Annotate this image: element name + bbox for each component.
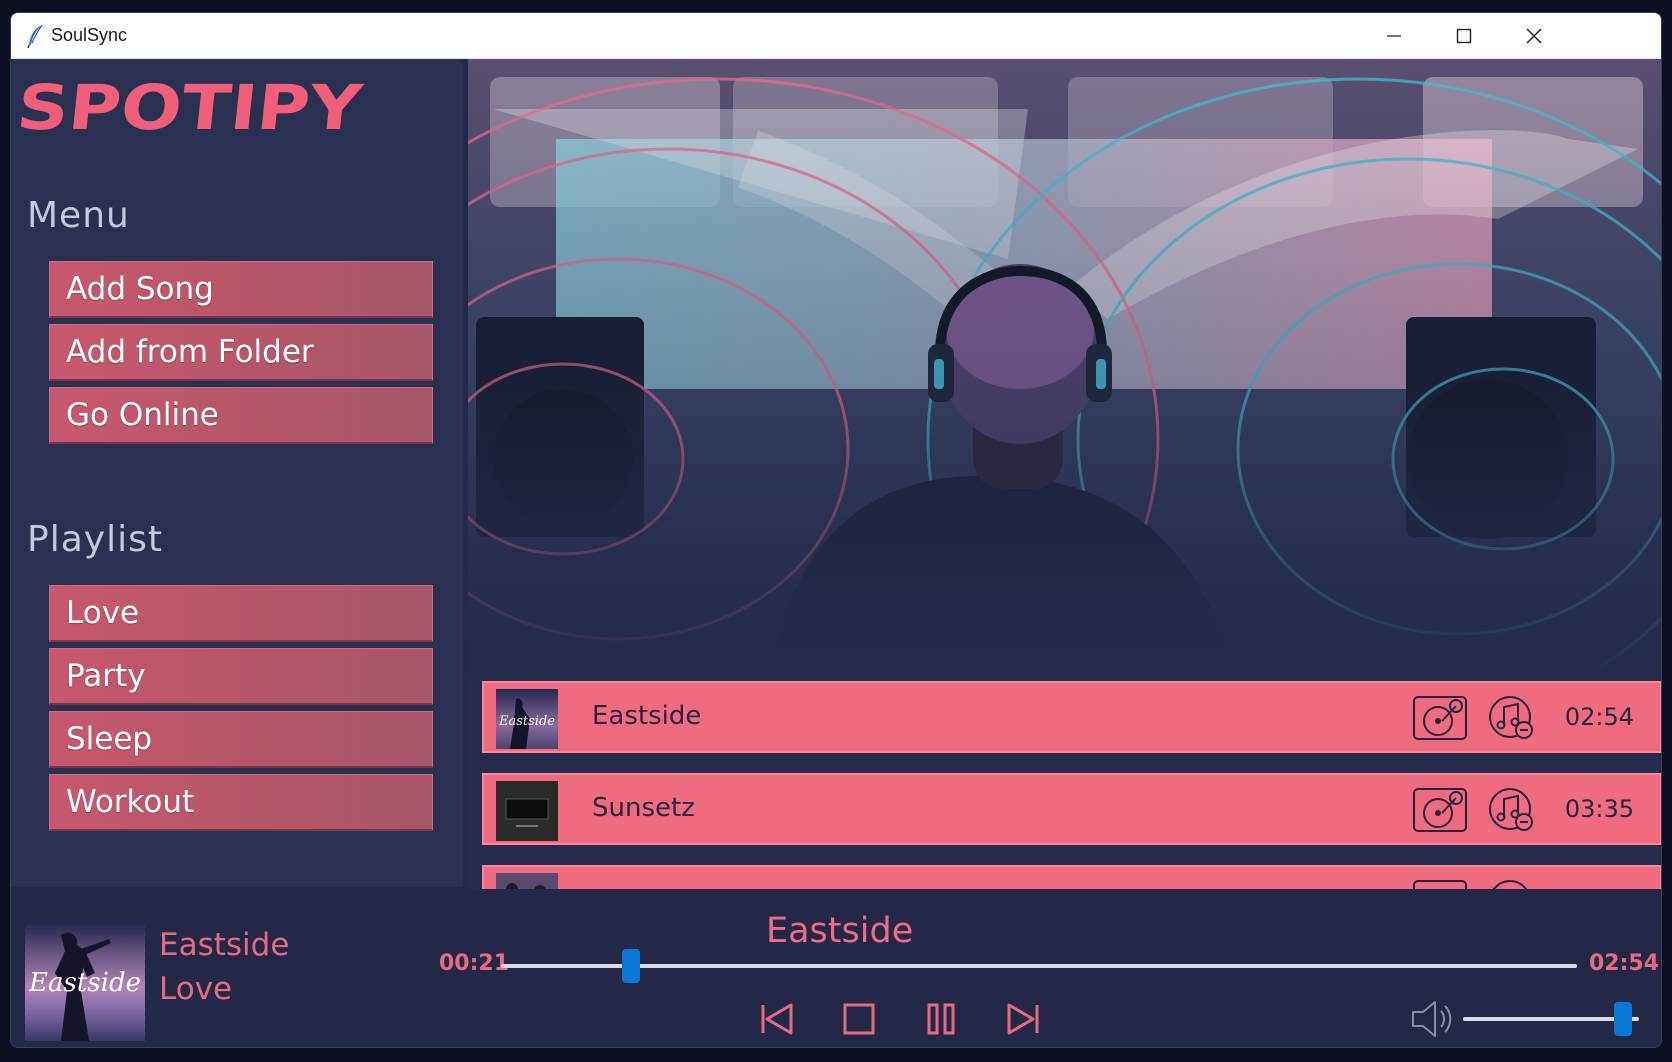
add-song-button[interactable]: Add Song [49,261,433,318]
vinyl-add-icon[interactable] [1412,787,1468,833]
now-playing-title: Eastside [159,927,290,963]
elapsed-time: 00:21 [439,951,510,976]
vinyl-add-icon[interactable] [1412,879,1468,889]
stop-icon[interactable] [839,999,879,1039]
go-online-button[interactable]: Go Online [49,387,433,444]
maximize-button[interactable] [1429,13,1499,59]
previous-icon[interactable] [757,999,797,1039]
song-duration: 02:54 [1564,703,1634,731]
pause-icon[interactable] [921,999,961,1039]
hero-image [468,59,1661,679]
window-title: SoulSync [51,25,128,45]
song-thumbnail [496,873,558,889]
title-bar: SoulSync [11,13,1661,59]
music-remove-icon[interactable] [1486,695,1542,741]
sidebar: SPOTIPY Menu Add Song Add from Folder Go… [11,59,463,887]
song-row[interactable]: Sunsetz 03:35 [482,773,1661,845]
song-title: Eastside [592,701,702,731]
song-list: Eastside Eastside 02:54 Sunsetz 03:35 [468,679,1661,889]
current-song-title: Eastside [766,911,914,951]
minimize-button[interactable] [1359,13,1429,59]
maximize-icon [1456,28,1472,44]
now-playing-artwork: Eastside [25,921,145,1041]
app-window: SoulSync SPOTIPY Menu Add Song Add from … [10,12,1662,1048]
playlist-sleep-button[interactable]: Sleep [49,711,433,768]
volume-slider-thumb[interactable] [1614,1002,1633,1036]
playlist-title: Playlist [27,519,163,560]
close-icon [1526,28,1542,44]
menu-title: Menu [27,195,130,236]
song-thumbnail [496,781,558,841]
progress-slider-thumb[interactable] [622,949,641,983]
hero-illustration [468,59,1661,679]
next-icon[interactable] [1003,999,1043,1039]
volume-slider[interactable] [1463,1002,1639,1036]
player-bar: Eastside Eastside Love Eastside 00:21 02… [11,889,1661,1047]
logo-text: SPOTIPY [17,73,366,143]
total-time: 02:54 [1589,951,1660,976]
playlist-love-button[interactable]: Love [49,585,433,642]
volume-icon[interactable] [1407,994,1457,1044]
playlist-workout-button[interactable]: Workout [49,774,433,831]
thumbnail-text: Eastside [498,714,555,729]
playlist-party-button[interactable]: Party [49,648,433,705]
music-remove-icon[interactable] [1486,787,1542,833]
song-row[interactable]: Eastside Eastside 02:54 [482,681,1661,753]
song-duration: 03:35 [1564,795,1634,823]
now-playing-playlist: Love [159,971,233,1007]
song-row[interactable] [482,865,1661,889]
minimize-icon [1387,35,1401,37]
add-from-folder-button[interactable]: Add from Folder [49,324,433,381]
close-button[interactable] [1499,13,1569,59]
music-remove-icon[interactable] [1486,879,1542,889]
song-title: Sunsetz [592,793,695,823]
song-thumbnail: Eastside [496,689,558,749]
progress-slider[interactable] [501,949,1577,983]
artwork-text: Eastside [28,968,141,998]
feather-icon [27,24,43,49]
vinyl-add-icon[interactable] [1412,695,1468,741]
spotipy-logo: SPOTIPY [17,73,366,143]
